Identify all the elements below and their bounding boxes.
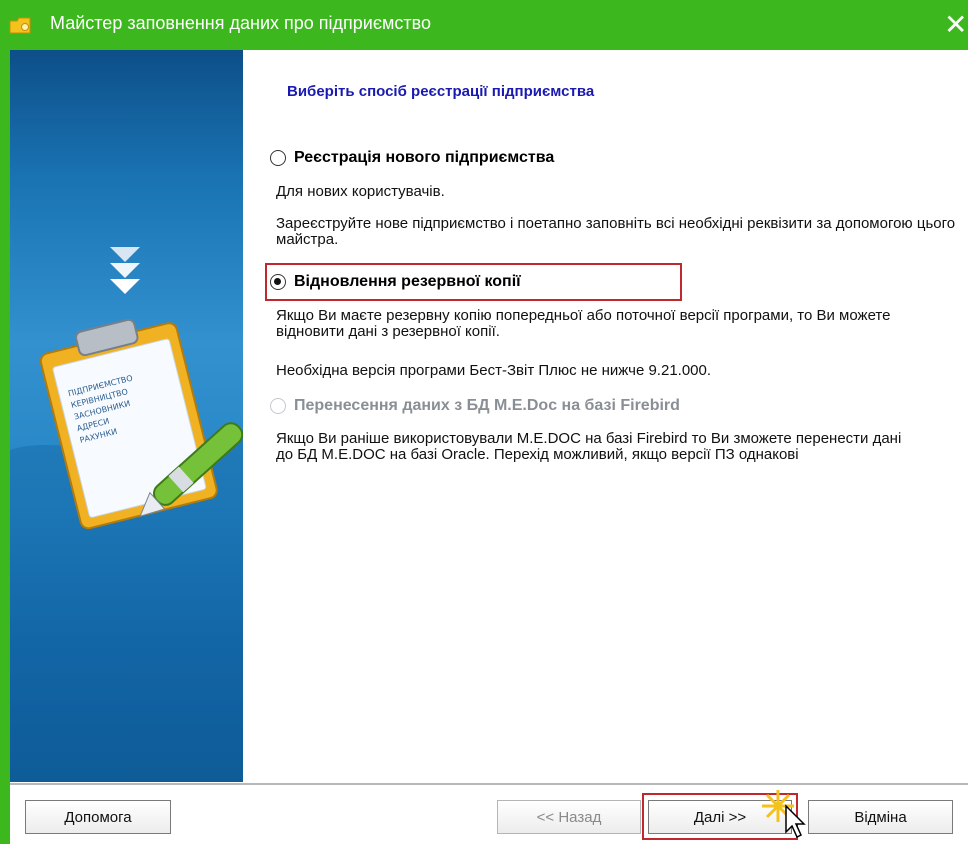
cursor-icon bbox=[762, 790, 806, 839]
option-label: Перенесення даних з БД M.E.Doc на базі F… bbox=[294, 397, 680, 414]
title-bar[interactable]: Майстер заповнення даних про підприємств… bbox=[0, 0, 968, 50]
chevron-down-icon bbox=[110, 247, 140, 294]
option-description: Необхідна версія програми Бест-Звіт Плюс… bbox=[276, 362, 712, 379]
folder-key-icon bbox=[9, 17, 31, 34]
content-area: Виберіть спосіб реєстрації підприємства … bbox=[260, 50, 960, 780]
radio-button[interactable] bbox=[270, 398, 286, 414]
back-button[interactable]: << Назад bbox=[497, 800, 641, 834]
option-description: Якщо Ви раніше використовували M.E.DOC н… bbox=[276, 430, 902, 463]
window-title: Майстер заповнення даних про підприємств… bbox=[50, 13, 432, 33]
option-label: Відновлення резервної копії bbox=[294, 273, 521, 290]
option-description: Якщо Ви маєте резервну копію попередньої… bbox=[276, 307, 891, 340]
option-description: Зареєструйте нове підприємство і поетапн… bbox=[276, 215, 956, 248]
radio-button[interactable] bbox=[270, 274, 286, 290]
radio-new-enterprise[interactable]: Реєстрація нового підприємства bbox=[270, 145, 554, 171]
wizard-body: ПІДПРИЄМСТВО КЕРІВНИЦТВО ЗАСНОВНИКИ АДРЕ… bbox=[10, 50, 968, 844]
close-icon[interactable]: ✕ bbox=[944, 8, 968, 42]
side-panel: ПІДПРИЄМСТВО КЕРІВНИЦТВО ЗАСНОВНИКИ АДРЕ… bbox=[10, 50, 243, 782]
page-title: Виберіть спосіб реєстрації підприємства bbox=[287, 83, 595, 100]
cancel-button[interactable]: Відміна bbox=[808, 800, 953, 834]
divider bbox=[10, 783, 968, 785]
wizard-window: Майстер заповнення даних про підприємств… bbox=[0, 0, 968, 844]
side-illustration: ПІДПРИЄМСТВО КЕРІВНИЦТВО ЗАСНОВНИКИ АДРЕ… bbox=[10, 247, 243, 782]
option-description: Для нових користувачів. bbox=[276, 183, 445, 200]
help-button[interactable]: Допомога bbox=[25, 800, 171, 834]
radio-firebird-migration[interactable]: Перенесення даних з БД M.E.Doc на базі F… bbox=[270, 393, 680, 419]
radio-button[interactable] bbox=[270, 150, 286, 166]
option-label: Реєстрація нового підприємства bbox=[294, 149, 555, 166]
radio-restore-backup[interactable]: Відновлення резервної копії bbox=[270, 269, 521, 295]
